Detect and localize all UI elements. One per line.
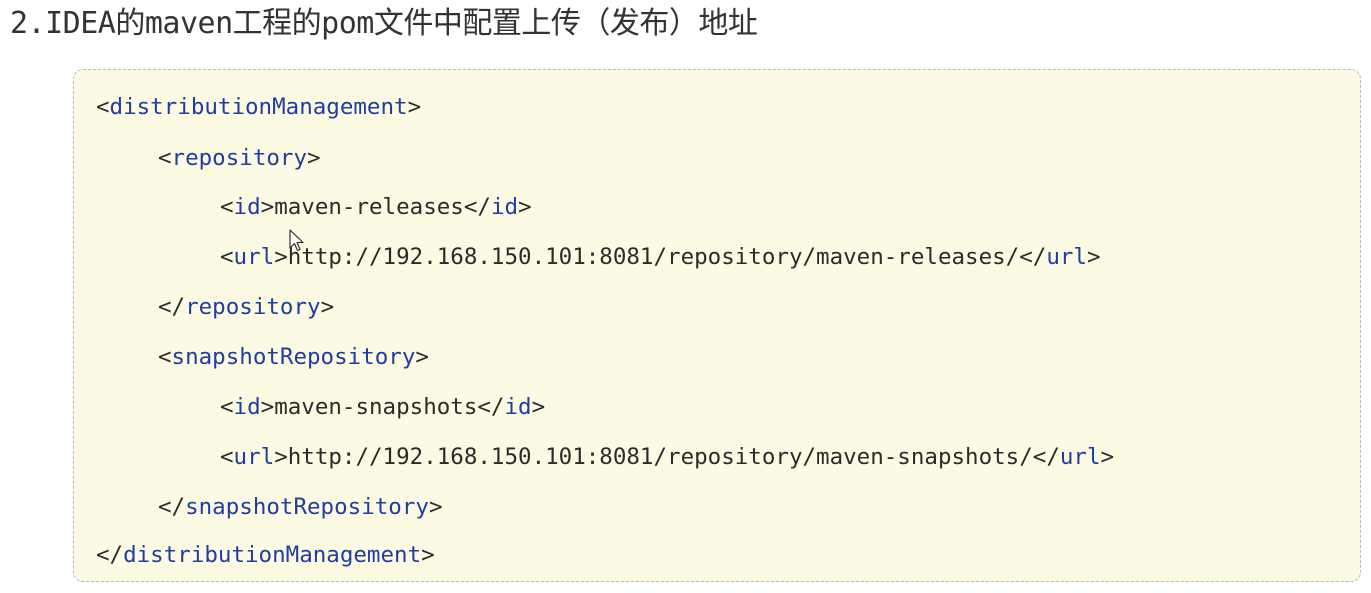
xml-text-value: maven-releases (274, 194, 464, 220)
xml-text-value: maven-snapshots (274, 394, 478, 420)
xml-tag-name: distributionManagement (109, 94, 408, 120)
xml-bracket: > (531, 394, 546, 420)
xml-bracket: < (220, 244, 234, 270)
xml-tag-name: snapshotRepository (185, 494, 429, 520)
xml-bracket: > (320, 294, 335, 320)
xml-bracket: </ (158, 294, 186, 320)
xml-bracket: </ (463, 194, 491, 220)
xml-tag-name: repository (185, 294, 321, 320)
xml-bracket: </ (1032, 444, 1060, 470)
code-line: </distributionManagement> (96, 539, 435, 571)
code-line: <distributionManagement> (96, 91, 421, 123)
xml-bracket: </ (1019, 244, 1047, 270)
code-line: </repository> (158, 291, 334, 323)
xml-tag-name: url (1059, 444, 1101, 470)
xml-bracket: > (260, 194, 275, 220)
xml-tag-name: distributionManagement (123, 542, 422, 568)
xml-tag-name: url (233, 244, 275, 270)
xml-bracket: </ (158, 494, 186, 520)
xml-bracket: > (428, 494, 443, 520)
xml-text-value: http://192.168.150.101:8081/repository/m… (287, 444, 1033, 470)
xml-text-value: http://192.168.150.101:8081/repository/m… (287, 244, 1020, 270)
code-line: </snapshotRepository> (158, 491, 442, 523)
xml-bracket: < (158, 145, 172, 171)
xml-bracket: < (158, 344, 172, 370)
code-line: <url>http://192.168.150.101:8081/reposit… (220, 241, 1101, 273)
xml-bracket: < (220, 394, 234, 420)
mouse-pointer-icon (289, 229, 304, 252)
xml-bracket: > (307, 145, 321, 171)
xml-bracket: > (518, 194, 532, 220)
code-block: <distributionManagement> <repository> <id>… (73, 69, 1361, 582)
xml-bracket: > (1100, 444, 1115, 470)
code-line: <id>maven-releases</id> (220, 191, 532, 223)
xml-tag-name: id (233, 394, 261, 420)
xml-bracket: > (421, 542, 435, 568)
xml-tag-name: id (504, 394, 532, 420)
xml-bracket: < (96, 94, 110, 120)
xml-bracket: </ (477, 394, 505, 420)
code-line: <id>maven-snapshots</id> (220, 391, 545, 423)
xml-bracket: > (260, 394, 275, 420)
xml-tag-name: id (490, 194, 519, 220)
xml-tag-name: url (233, 444, 275, 470)
xml-tag-name: url (1046, 244, 1087, 270)
xml-bracket: < (220, 194, 234, 220)
xml-bracket: > (274, 244, 288, 270)
xml-tag-name: repository (171, 145, 308, 171)
xml-bracket: </ (96, 542, 124, 568)
xml-bracket: > (407, 94, 422, 120)
code-line: <url>http://192.168.150.101:8081/reposit… (220, 441, 1114, 473)
xml-tag-name: snapshotRepository (171, 344, 416, 370)
xml-bracket: < (220, 444, 234, 470)
xml-bracket: > (274, 444, 288, 470)
xml-tag-name: id (233, 194, 261, 220)
xml-bracket: > (415, 344, 429, 370)
code-line: <snapshotRepository> (158, 341, 429, 373)
code-line: <repository> (158, 142, 321, 174)
page-heading: 2.IDEA的maven工程的pom文件中配置上传（发布）地址 (10, 6, 758, 41)
xml-bracket: > (1086, 244, 1101, 270)
